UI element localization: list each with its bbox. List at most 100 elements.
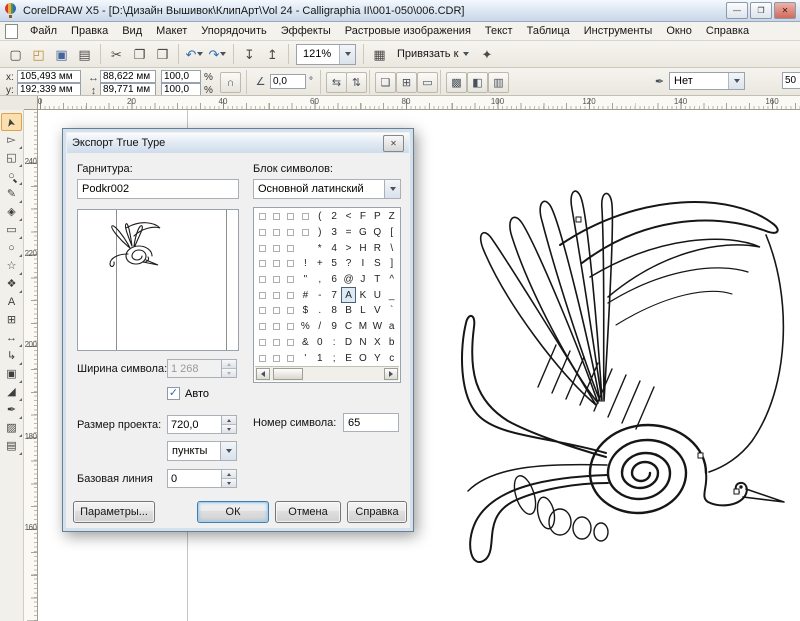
wrap-text-button[interactable]: ❏ [375,72,396,93]
spin-up-icon[interactable] [222,416,236,424]
glyph-cell[interactable]: = [341,225,355,241]
launcher-button[interactable]: ▦ [368,43,391,65]
scale-x-field[interactable]: 100,0 [161,70,201,83]
glyph-cell[interactable]: I [356,256,370,272]
redo-button[interactable]: ↷ [206,43,229,65]
glyph-cell[interactable]: b [385,335,399,351]
character-grid-scrollbar[interactable] [255,366,399,381]
glyph-cell[interactable]: C [341,319,355,335]
checkbox-box[interactable]: ✓ [167,387,180,400]
glyph-cell[interactable] [255,272,269,288]
symbol-number-input[interactable]: 65 [343,413,399,432]
glyph-cell[interactable] [284,272,298,288]
glyph-cell[interactable]: P [370,209,384,225]
glyph-cell[interactable]: ! [298,256,312,272]
dropdown-button[interactable] [728,73,744,89]
text-tool[interactable]: A [1,293,22,311]
glyph-cell[interactable]: B [341,303,355,319]
glyph-cell[interactable]: 0 [313,335,327,351]
x-position-field[interactable]: 105,493 мм [17,70,81,83]
glyph-cell[interactable]: " [298,272,312,288]
cancel-button[interactable]: Отмена [275,501,341,523]
glyph-cell[interactable] [298,209,312,225]
glyph-cell[interactable]: Q [370,225,384,241]
glyph-cell[interactable] [284,335,298,351]
ellipse-tool[interactable]: ○ [1,239,22,257]
glyph-cell[interactable] [284,240,298,256]
glyph-cell[interactable] [284,350,298,366]
dialog-titlebar[interactable]: Экспорт True Type ✕ [67,133,409,153]
smart-fill-tool[interactable]: ◈ [1,203,22,221]
blend-tool[interactable]: ▣ [1,365,22,383]
glyph-cell[interactable]: . [313,303,327,319]
symbol-block-select[interactable]: Основной латинский [253,179,401,199]
lock-ratio-button[interactable]: ∩ [220,72,241,93]
glyph-cell[interactable] [255,303,269,319]
units-select[interactable]: пункты [167,441,237,461]
glyph-cell[interactable]: : [327,335,341,351]
glyph-cell[interactable] [269,272,283,288]
interactive-fill-tool[interactable]: ▤ [1,437,22,455]
menu-item[interactable]: Эффекты [274,22,338,41]
glyph-cell[interactable] [255,350,269,366]
glyph-cell[interactable] [269,256,283,272]
glyph-cell[interactable]: O [356,350,370,366]
glyph-cell[interactable]: ) [313,225,327,241]
glyph-cell[interactable]: / [313,319,327,335]
menu-item[interactable]: Упорядочить [194,22,273,41]
export-button[interactable]: ↥ [261,43,284,65]
glyph-cell[interactable]: ] [385,256,399,272]
shape-tool[interactable]: ▻ [1,131,22,149]
glyph-cell[interactable]: W [370,319,384,335]
glyph-cell[interactable]: K [356,287,370,303]
glyph-cell[interactable] [269,287,283,303]
glyph-cell[interactable]: [ [385,225,399,241]
dropdown-button[interactable] [220,442,236,460]
outline-pen-tool[interactable]: ✒ [1,401,22,419]
glyph-cell[interactable]: G [356,225,370,241]
glyph-cell[interactable] [284,319,298,335]
glyph-cell[interactable]: , [313,272,327,288]
glyph-cell[interactable] [269,303,283,319]
horizontal-ruler[interactable]: 020406080100120140160 [38,96,800,110]
glyph-cell[interactable]: S [370,256,384,272]
glyph-cell[interactable]: E [341,350,355,366]
help-button[interactable]: Справка [347,501,407,523]
snap-to-combo[interactable]: Привязать к [391,43,475,65]
glyph-cell[interactable]: ^ [385,272,399,288]
dialog-close-button[interactable]: ✕ [383,135,404,152]
glyph-cell[interactable] [269,350,283,366]
table-tool[interactable]: ⊞ [1,311,22,329]
mirror-vertical-button[interactable]: ⇅ [346,72,367,93]
glyph-cell[interactable] [284,303,298,319]
spinner-buttons[interactable] [221,416,236,433]
glyph-cell[interactable]: ` [385,303,399,319]
glyph-cell[interactable] [255,335,269,351]
document-icon[interactable] [5,24,18,39]
glyph-cell[interactable]: @ [341,272,355,288]
title-bar[interactable]: CorelDRAW X5 - [D:\Дизайн Вышивок\КлипАр… [0,0,800,22]
crop-tool[interactable]: ◱ [1,149,22,167]
ok-button[interactable]: ОК [197,501,269,523]
frame-button[interactable]: ▭ [417,72,438,93]
pattern-button[interactable]: ▥ [488,72,509,93]
glyph-cell[interactable]: > [341,240,355,256]
glyph-cell[interactable]: # [298,287,312,303]
glyph-cell[interactable] [284,287,298,303]
menu-item[interactable]: Вид [115,22,149,41]
glyph-cell[interactable] [269,335,283,351]
mirror-horizontal-button[interactable]: ⇆ [326,72,347,93]
glyph-cell[interactable]: _ [385,287,399,303]
glyph-cell[interactable]: 9 [327,319,341,335]
glyph-cell[interactable] [284,225,298,241]
halftone-button[interactable]: ◧ [467,72,488,93]
glyph-cell[interactable]: Z [385,209,399,225]
fill-tool[interactable]: ▨ [1,419,22,437]
glyph-cell[interactable]: V [370,303,384,319]
glyph-cell[interactable]: 1 [313,350,327,366]
spin-down-icon[interactable] [222,478,236,487]
glyph-cell[interactable]: M [356,319,370,335]
object-height-field[interactable]: 89,771 мм [100,83,156,96]
polygon-tool[interactable]: ☆ [1,257,22,275]
cut-button[interactable]: ✂ [105,43,128,65]
